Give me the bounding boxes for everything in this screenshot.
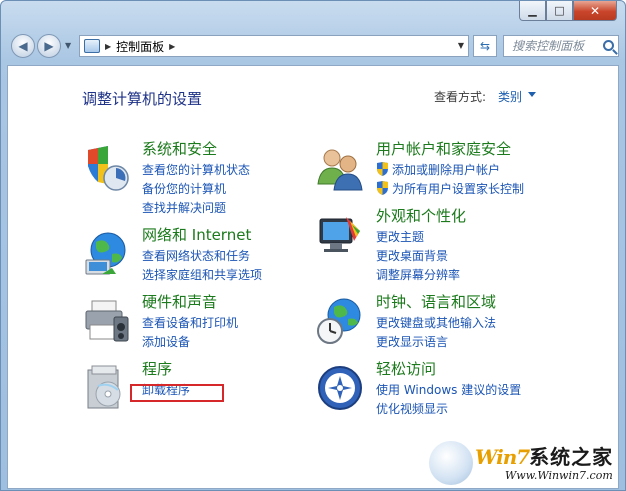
link-add-device[interactable]: 添加设备 <box>142 333 190 350</box>
link-troubleshoot[interactable]: 查找并解决问题 <box>142 199 226 216</box>
search-box[interactable] <box>503 35 619 57</box>
clock-language-heading[interactable]: 时钟、语言和区域 <box>376 291 496 312</box>
system-security-heading[interactable]: 系统和安全 <box>142 138 217 159</box>
uac-shield-icon <box>377 181 388 195</box>
link-change-input-method[interactable]: 更改键盘或其他输入法 <box>376 314 496 331</box>
control-panel-icon <box>84 39 100 53</box>
content-area: 调整计算机的设置 查看方式: 类别 系统和安全 查看您的计算机状态 备份您的计算… <box>7 65 619 489</box>
back-arrow-icon: ◀ <box>18 39 28 53</box>
link-display-language[interactable]: 更改显示语言 <box>376 333 448 350</box>
watermark-brand: Win7系统之家 <box>475 441 613 470</box>
windows-logo-icon <box>429 441 473 485</box>
link-network-status[interactable]: 查看网络状态和任务 <box>142 247 250 264</box>
back-button[interactable]: ◀ <box>11 34 35 58</box>
network-globe-icon[interactable] <box>82 230 130 278</box>
watermark-brand-cn: 系统之家 <box>529 445 614 469</box>
uac-shield-icon <box>377 162 388 176</box>
users-icon[interactable] <box>316 144 364 192</box>
link-optimize-video-display[interactable]: 优化视频显示 <box>376 400 448 417</box>
link-windows-recommended-settings[interactable]: 使用 Windows 建议的设置 <box>376 381 521 398</box>
link-change-theme[interactable]: 更改主题 <box>376 228 424 245</box>
navigation-bar: ◀ ▶ ▼ ▶ 控制面板 ▶ ▼ ⇆ <box>7 33 619 61</box>
close-button[interactable]: ✕ <box>573 1 617 21</box>
forward-button[interactable]: ▶ <box>37 34 61 58</box>
appearance-monitor-icon[interactable] <box>316 211 364 259</box>
search-icon[interactable] <box>603 40 614 51</box>
security-shield-icon[interactable] <box>82 144 130 192</box>
address-bar[interactable]: ▶ 控制面板 ▶ ▼ <box>79 35 469 57</box>
forward-arrow-icon: ▶ <box>44 39 54 53</box>
programs-heading[interactable]: 程序 <box>142 358 172 379</box>
link-devices-printers[interactable]: 查看设备和打印机 <box>142 314 238 331</box>
link-backup-computer[interactable]: 备份您的计算机 <box>142 180 226 197</box>
watermark-url: Www.Winwin7.com <box>505 469 613 482</box>
link-homegroup-sharing[interactable]: 选择家庭组和共享选项 <box>142 266 262 283</box>
breadcrumb-separator-icon[interactable]: ▶ <box>105 42 111 51</box>
appearance-heading[interactable]: 外观和个性化 <box>376 205 466 226</box>
window-frame: ▁ □ ✕ ◀ ▶ ▼ ▶ 控制面板 ▶ ▼ ⇆ 调整计算机的设置 查看方式: … <box>0 0 626 491</box>
page-title: 调整计算机的设置 <box>82 90 203 108</box>
caption-buttons: ▁ □ ✕ <box>519 1 617 23</box>
clock-globe-icon[interactable] <box>316 297 364 345</box>
breadcrumb-separator-icon[interactable]: ▶ <box>169 42 175 51</box>
network-internet-heading[interactable]: 网络和 Internet <box>142 224 251 245</box>
user-accounts-heading[interactable]: 用户帐户和家庭安全 <box>376 138 511 159</box>
link-desktop-background[interactable]: 更改桌面背景 <box>376 247 448 264</box>
view-by-label: 查看方式: <box>434 90 487 104</box>
refresh-button[interactable]: ⇆ <box>473 35 497 57</box>
hardware-sound-heading[interactable]: 硬件和声音 <box>142 291 217 312</box>
refresh-icon: ⇆ <box>479 39 491 53</box>
breadcrumb-control-panel[interactable]: 控制面板 <box>116 38 164 55</box>
link-add-remove-users[interactable]: 添加或删除用户帐户 <box>392 161 500 178</box>
printer-icon[interactable] <box>82 297 130 345</box>
minimize-button[interactable]: ▁ <box>519 1 546 21</box>
uninstall-highlight-box <box>130 384 224 402</box>
maximize-button[interactable]: □ <box>546 1 573 21</box>
link-parental-controls[interactable]: 为所有用户设置家长控制 <box>392 180 524 197</box>
ease-of-access-heading[interactable]: 轻松访问 <box>376 358 436 379</box>
view-by-dropdown[interactable]: 类别 <box>498 88 522 105</box>
search-input[interactable] <box>512 39 602 53</box>
programs-box-icon[interactable] <box>82 364 130 412</box>
ease-of-access-icon[interactable] <box>316 364 364 412</box>
recent-pages-dropdown[interactable]: ▼ <box>65 41 71 50</box>
link-view-computer-status[interactable]: 查看您的计算机状态 <box>142 161 250 178</box>
link-screen-resolution[interactable]: 调整屏幕分辨率 <box>376 266 460 283</box>
watermark-win7: Win7 <box>475 445 530 469</box>
address-dropdown-icon[interactable]: ▼ <box>458 41 464 50</box>
view-by-caret-icon[interactable] <box>528 92 536 97</box>
